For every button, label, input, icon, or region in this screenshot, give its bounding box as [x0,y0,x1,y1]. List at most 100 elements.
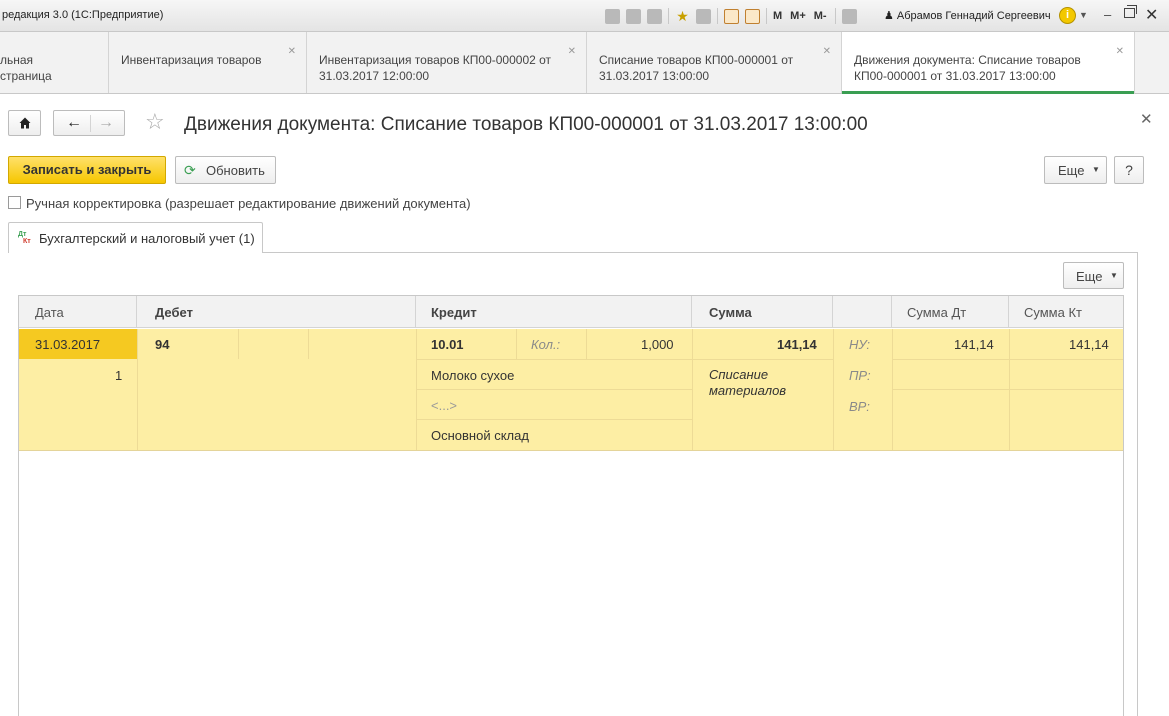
debit-account[interactable]: 94 [155,337,169,352]
movements-table[interactable]: Дата Дебет Кредит Сумма Сумма Дт Сумма К… [18,295,1124,716]
table-header: Дата Дебет Кредит Сумма Сумма Дт Сумма К… [19,296,1123,328]
nu-label: НУ: [849,337,871,352]
title-bar: редакция 3.0 (1С:Предприятие) ★ M M+ M- … [0,0,1169,32]
amount-value[interactable]: 141,14 [777,337,817,352]
page-title: Движения документа: Списание товаров КП0… [184,114,868,135]
close-window-icon[interactable]: ✕ [1145,5,1158,25]
preview-icon[interactable] [647,8,662,24]
section-tab-label: Бухгалтерский и налоговый учет (1) [39,231,255,246]
vr-label: ВР: [849,399,870,414]
credit-subconto-warehouse[interactable]: Основной склад [431,428,529,443]
refresh-label: Обновить [206,163,265,178]
tab-write-off-document[interactable]: Списание товаров КП00-000001 от 31.03.20… [587,32,842,93]
tab-inventory-list[interactable]: Инвентаризация товаров ✕ [109,32,307,93]
close-icon[interactable]: ✕ [823,46,831,57]
bookmark-icon[interactable] [696,8,711,24]
print-icon[interactable] [626,8,641,24]
credit-account[interactable]: 10.01 [431,337,464,352]
divider [516,329,517,359]
divider [833,329,834,450]
chevron-down-icon: ▼ [1092,165,1100,174]
chevron-down-icon: ▼ [1110,271,1118,280]
favorites-icon[interactable]: ★ [675,8,690,24]
memory-subtract-button[interactable]: M- [814,10,827,22]
calendar-icon[interactable] [745,8,760,24]
refresh-button[interactable]: ⟳ Обновить [175,156,276,184]
help-button[interactable]: ? [1114,156,1144,184]
credit-subconto-empty[interactable]: <...> [431,398,457,413]
home-icon [19,117,31,129]
chevron-down-icon[interactable]: ▼ [1079,10,1088,20]
pr-label: ПР: [849,368,871,383]
app-title: редакция 3.0 (1С:Предприятие) [2,9,164,21]
save-icon[interactable] [605,8,620,24]
form-area: ← → ☆ Движения документа: Списание товар… [0,95,1169,716]
more-label: Еще [1076,269,1103,284]
close-form-icon[interactable]: ✕ [1140,110,1153,128]
info-icon[interactable]: i [1059,7,1076,24]
tab-label: льная страница [0,53,52,83]
more-label: Еще [1058,163,1085,178]
operation-content[interactable]: Списание материалов [709,367,819,399]
home-button[interactable] [8,110,41,136]
toolbar-icons: ★ M M+ M- [605,7,863,25]
tab-label: Инвентаризация товаров КП00-000002 от 31… [319,53,552,83]
restore-icon[interactable] [1124,5,1137,18]
column-header-tax-type[interactable] [833,296,892,328]
close-icon[interactable]: ✕ [1116,46,1124,57]
tab-accounting-tax[interactable]: Дт Кт Бухгалтерский и налоговый учет (1) [8,222,263,253]
save-and-close-button[interactable]: Записать и закрыть [8,156,166,184]
tab-inventory-document[interactable]: Инвентаризация товаров КП00-000002 от 31… [307,32,587,93]
divider [692,359,833,360]
tab-label: Движения документа: Списание товаров КП0… [854,53,1081,83]
credit-subconto-item[interactable]: Молоко сухое [431,368,514,383]
open-windows-tabbar: льная страница Инвентаризация товаров ✕ … [0,32,1169,94]
minimize-icon[interactable]: – [1104,7,1111,22]
tab-document-movements[interactable]: Движения документа: Списание товаров КП0… [842,32,1135,94]
divider [892,389,1123,390]
close-icon[interactable]: ✕ [568,46,576,57]
kt-text: Кт [23,238,31,245]
tab-home[interactable]: льная страница [0,32,109,93]
row-number: 1 [115,368,123,383]
divider [416,419,692,420]
back-arrow-icon[interactable]: ← [66,114,82,132]
divider [308,329,309,359]
manual-correction-checkbox[interactable] [8,196,21,209]
column-header-credit[interactable]: Кредит [416,296,692,328]
close-icon[interactable]: ✕ [288,46,296,57]
sum-dt-nu[interactable]: 141,14 [954,337,994,352]
panels-icon[interactable] [841,8,857,24]
sum-kt-nu[interactable]: 141,14 [1069,337,1109,352]
user-name-label: Абрамов Геннадий Сергеевич [896,10,1051,22]
column-header-date[interactable]: Дата [19,296,137,328]
memory-button[interactable]: M [773,10,782,22]
divider [416,359,692,360]
refresh-icon: ⟳ [184,162,196,178]
star-icon[interactable]: ☆ [145,110,165,134]
column-header-amount[interactable]: Сумма [692,296,833,328]
column-header-sum-dt[interactable]: Сумма Дт [892,296,1009,328]
dt-kt-icon: Дт Кт [18,231,33,246]
toolbar-separator [834,8,836,24]
quantity-label: Кол.: [531,337,561,352]
divider [137,329,138,450]
calculator-icon[interactable] [724,8,739,24]
column-header-debit[interactable]: Дебет [137,296,416,328]
column-header-sum-kt[interactable]: Сумма Кт [1009,296,1123,328]
forward-arrow-icon[interactable]: → [98,114,114,132]
divider [90,115,91,132]
divider [892,359,1123,360]
toolbar-separator [668,8,669,24]
table-row[interactable]: 31.03.2017 1 94 10.01 Кол.: 1,000 Молоко… [19,329,1123,451]
divider [1137,252,1138,716]
manual-correction-label[interactable]: Ручная корректировка (разрешает редактир… [26,196,471,211]
grid-more-button[interactable]: Еще ▼ [1063,262,1124,289]
memory-add-button[interactable]: M+ [790,10,806,22]
tab-label: Инвентаризация товаров [121,53,262,67]
row-date: 31.03.2017 [35,337,101,352]
more-button[interactable]: Еще ▼ [1044,156,1107,184]
toolbar-separator [717,8,718,24]
user-name[interactable]: ♟ Абрамов Геннадий Сергеевич [884,9,1051,22]
quantity-value[interactable]: 1,000 [641,337,674,352]
